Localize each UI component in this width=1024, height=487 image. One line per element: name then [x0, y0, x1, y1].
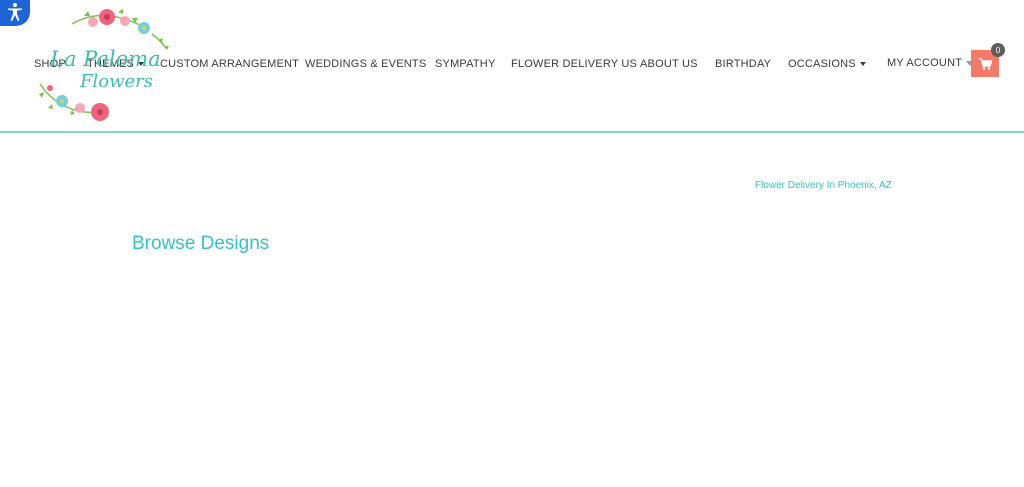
my-account-menu[interactable]: MY ACCOUNT	[887, 57, 975, 69]
nav-item-label: WEDDINGS & EVENTS	[305, 58, 427, 70]
nav-item-label: BIRTHDAY	[715, 58, 772, 70]
flower-delivery-link[interactable]: Flower Delivery In Phoenix, AZ	[755, 180, 892, 191]
nav-item-sympathy[interactable]: SYMPATHY	[435, 58, 495, 70]
nav-item-label: SYMPATHY	[435, 58, 496, 70]
caret-down-icon	[859, 62, 866, 66]
nav-item-about-us[interactable]: ABOUT US	[640, 58, 698, 70]
nav-item-custom-arrangement[interactable]: CUSTOM ARRANGEMENT	[160, 58, 299, 70]
nav-item-label: OCCASIONS	[788, 58, 856, 70]
my-account-label: MY ACCOUNT	[887, 57, 963, 69]
nav-item-label: FLOWER DELIVERY US	[511, 58, 638, 70]
nav-item-label: ABOUT US	[640, 58, 698, 70]
nav-item-label: CUSTOM ARRANGEMENT	[160, 58, 300, 70]
header-divider	[0, 131, 1024, 133]
nav-item-weddings-events[interactable]: WEDDINGS & EVENTS	[305, 58, 426, 70]
nav-item-birthday[interactable]: BIRTHDAY	[715, 58, 771, 70]
logo-text-bottom: Flowers	[79, 71, 153, 92]
site-header: SHOP THEMES La Paloma Flowers CUSTOM ARR…	[0, 0, 1024, 131]
nav-item-occasions[interactable]: OCCASIONS	[788, 58, 866, 70]
section-title: Browse Designs	[132, 233, 270, 254]
site-logo[interactable]: La Paloma Flowers	[32, 4, 177, 128]
nav-item-flower-delivery-us[interactable]: FLOWER DELIVERY US	[511, 58, 637, 70]
cart-count-badge: 0	[991, 43, 1005, 57]
logo-text-top: La Paloma	[49, 47, 161, 71]
shopping-cart-icon	[978, 57, 992, 70]
